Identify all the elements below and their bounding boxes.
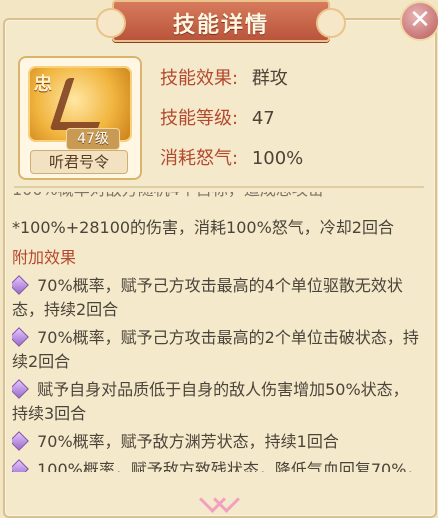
effect-label: 技能效果: [160, 68, 239, 89]
section-divider [14, 186, 424, 188]
effect-text: 100%概率，赋予敌方致残状态，降低气血回复70%，持续2回合 [37, 460, 423, 472]
diamond-bullet-icon [12, 459, 29, 472]
close-icon: ✕ [409, 5, 431, 35]
additional-effects-title: 附加效果 [12, 248, 77, 267]
effect-item: 70%概率，赋予己方攻击最高的2个单位击破状态，持续2回合 [12, 326, 424, 374]
diamond-bullet-icon [12, 327, 29, 347]
skill-icon: 忠 47级 [28, 66, 132, 150]
info-row-level: 技能等级: 47 [160, 104, 275, 130]
info-row-cost: 消耗怒气: 100% [160, 144, 303, 170]
info-row-effect: 技能效果: 群攻 [160, 64, 288, 90]
close-button[interactable]: ✕ [400, 1, 438, 41]
effect-text: 赋予自身对品质低于自身的敌人伤害增加50%状态，持续3回合 [12, 380, 409, 423]
diamond-bullet-icon [12, 379, 29, 399]
effect-item: 70%概率，赋予敌方渊芳状态，持续1回合 [12, 430, 424, 454]
effect-value: 群攻 [251, 68, 288, 89]
cost-label: 消耗怒气: [160, 148, 239, 169]
effect-item: 100%概率，赋予敌方致残状态，降低气血回复70%，持续2回合 [12, 458, 424, 472]
skill-icon-frame: 忠 47级 听君号令 [18, 56, 142, 180]
skill-level-badge: 47级 [66, 128, 120, 150]
cost-value: 100% [251, 148, 304, 169]
level-label: 技能等级: [160, 108, 239, 129]
level-value: 47 [251, 108, 275, 129]
description-cut-line: 100%概率对敌方随机4个目标，造成忠攻击 [12, 192, 424, 202]
page-title: 技能详情 [172, 13, 269, 38]
skill-name-label: 听君号令 [30, 150, 128, 174]
effect-text: 70%概率，赋予己方攻击最高的4个单位驱散无效状态，持续2回合 [12, 276, 403, 319]
skill-icon-char: 忠 [34, 74, 52, 95]
skill-description[interactable]: 100%概率对敌方随机4个目标，造成忠攻击 *100%+28100的伤害，消耗1… [12, 192, 424, 472]
diamond-bullet-icon [12, 275, 29, 295]
effect-text: 70%概率，赋予敌方渊芳状态，持续1回合 [37, 432, 339, 451]
diamond-bullet-icon [12, 431, 29, 451]
effect-text: 70%概率，赋予己方攻击最高的2个单位击破状态，持续2回合 [12, 328, 419, 371]
title-tab: 技能详情 [96, 0, 346, 42]
effect-item: 赋予自身对品质低于自身的敌人伤害增加50%状态，持续3回合 [12, 378, 424, 426]
double-chevron-down-icon[interactable] [197, 486, 241, 510]
description-main-line: *100%+28100的伤害，消耗100%怒气，冷却2回合 [12, 218, 394, 237]
effect-item: 70%概率，赋予己方攻击最高的4个单位驱散无效状态，持续2回合 [12, 274, 424, 322]
